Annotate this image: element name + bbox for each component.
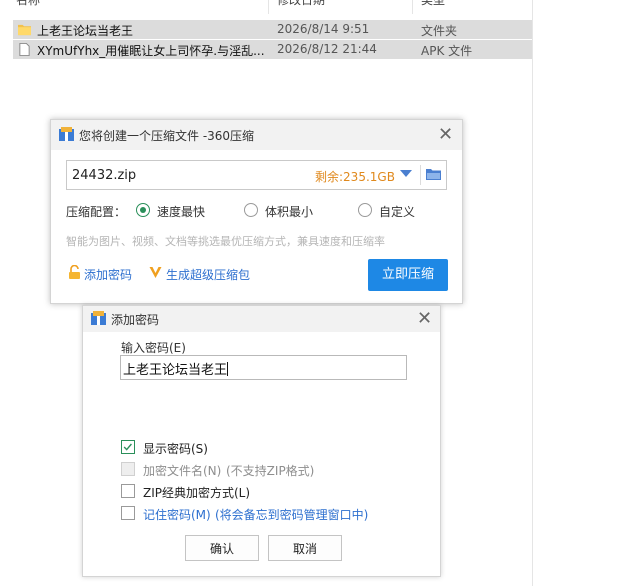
close-icon[interactable]: ✕ bbox=[417, 310, 432, 328]
file-icon bbox=[19, 43, 30, 56]
zip-classic-encryption-label[interactable]: ZIP经典加密方式(L) bbox=[143, 484, 250, 501]
option-smallest-label[interactable]: 体积最小 bbox=[265, 203, 313, 220]
radio-custom[interactable] bbox=[358, 203, 372, 217]
super-archive-v-icon bbox=[149, 267, 162, 278]
column-header-name[interactable]: 名称 bbox=[16, 0, 40, 8]
file-date: 2026/8/14 9:51 bbox=[277, 22, 370, 36]
dialog-titlebar[interactable]: 添加密码 ✕ bbox=[83, 306, 440, 332]
column-header-type[interactable]: 类型 bbox=[421, 0, 445, 8]
column-divider bbox=[268, 0, 269, 14]
add-password-link[interactable]: 添加密码 bbox=[84, 266, 132, 283]
archive-path-field[interactable]: 24432.zip 剩余:235.1GB bbox=[66, 160, 447, 190]
file-date: 2026/8/12 21:44 bbox=[277, 42, 377, 56]
archive-app-icon bbox=[91, 311, 106, 325]
dialog-title: 添加密码 bbox=[111, 313, 160, 327]
encrypt-filename-checkbox bbox=[121, 462, 135, 476]
zip-classic-encryption-checkbox[interactable] bbox=[121, 484, 135, 498]
super-archive-link[interactable]: 生成超级压缩包 bbox=[166, 266, 250, 283]
remember-password-note: (将会备忘到密码管理窗口中) bbox=[215, 508, 369, 522]
folder-icon bbox=[18, 24, 31, 36]
column-divider bbox=[412, 0, 413, 14]
encrypt-filename-label: 加密文件名(N) bbox=[143, 464, 222, 478]
text-caret bbox=[227, 362, 229, 376]
compress-now-button[interactable]: 立即压缩 bbox=[368, 259, 448, 291]
password-input[interactable]: 上老王论坛当老王 bbox=[120, 355, 407, 380]
file-name: XYmUfYhx_用催眠让女上司怀孕.与淫乱... bbox=[37, 44, 265, 58]
archive-name: 24432.zip bbox=[72, 168, 137, 183]
option-custom-label[interactable]: 自定义 bbox=[379, 203, 415, 220]
pane-divider bbox=[532, 0, 533, 586]
remember-password-label[interactable]: 记住密码(M) bbox=[143, 506, 211, 523]
encrypt-filename-note: (不支持ZIP格式) bbox=[226, 464, 315, 478]
cancel-button[interactable]: 取消 bbox=[268, 535, 342, 561]
option-fastest-label[interactable]: 速度最快 bbox=[157, 203, 205, 220]
chevron-down-icon[interactable] bbox=[400, 170, 412, 177]
file-type: APK 文件 bbox=[421, 44, 473, 58]
dialog-titlebar[interactable]: 您将创建一个压缩文件 -360压缩 ✕ bbox=[51, 120, 462, 150]
file-row[interactable]: 上老王论坛当老王 2026/8/14 9:51 文件夹 bbox=[13, 20, 532, 39]
file-row[interactable]: XYmUfYhx_用催眠让女上司怀孕.与淫乱... 2026/8/12 21:4… bbox=[13, 40, 532, 59]
password-input-label: 输入密码(E) bbox=[121, 341, 186, 355]
lock-icon bbox=[69, 265, 80, 279]
dialog-title: 您将创建一个压缩文件 -360压缩 bbox=[79, 129, 255, 143]
archive-app-icon bbox=[59, 127, 74, 141]
field-separator bbox=[420, 165, 421, 185]
free-space-label: 剩余:235.1GB bbox=[315, 170, 395, 184]
compress-dialog: 您将创建一个压缩文件 -360压缩 ✕ 24432.zip 剩余:235.1GB… bbox=[50, 119, 463, 304]
show-password-label[interactable]: 显示密码(S) bbox=[143, 440, 208, 457]
remember-password-checkbox[interactable] bbox=[121, 506, 135, 520]
confirm-button[interactable]: 确认 bbox=[185, 535, 259, 561]
checkmark-icon bbox=[123, 443, 132, 451]
browse-folder-icon[interactable] bbox=[426, 167, 441, 182]
radio-fastest[interactable] bbox=[136, 203, 150, 217]
password-dialog: 添加密码 ✕ 输入密码(E) 上老王论坛当老王 显示密码(S) 加密文件名(N)… bbox=[82, 305, 441, 577]
config-label: 压缩配置： bbox=[66, 205, 127, 219]
radio-smallest[interactable] bbox=[244, 203, 258, 217]
file-name: 上老王论坛当老王 bbox=[37, 24, 134, 38]
close-icon[interactable]: ✕ bbox=[438, 126, 453, 144]
column-header-date[interactable]: 修改日期 bbox=[277, 0, 325, 8]
file-type: 文件夹 bbox=[421, 24, 458, 38]
password-value: 上老王论坛当老王 bbox=[123, 363, 228, 378]
show-password-checkbox[interactable] bbox=[121, 440, 135, 454]
compression-hint: 智能为图片、视频、文档等挑选最优压缩方式，兼具速度和压缩率 bbox=[66, 235, 385, 248]
